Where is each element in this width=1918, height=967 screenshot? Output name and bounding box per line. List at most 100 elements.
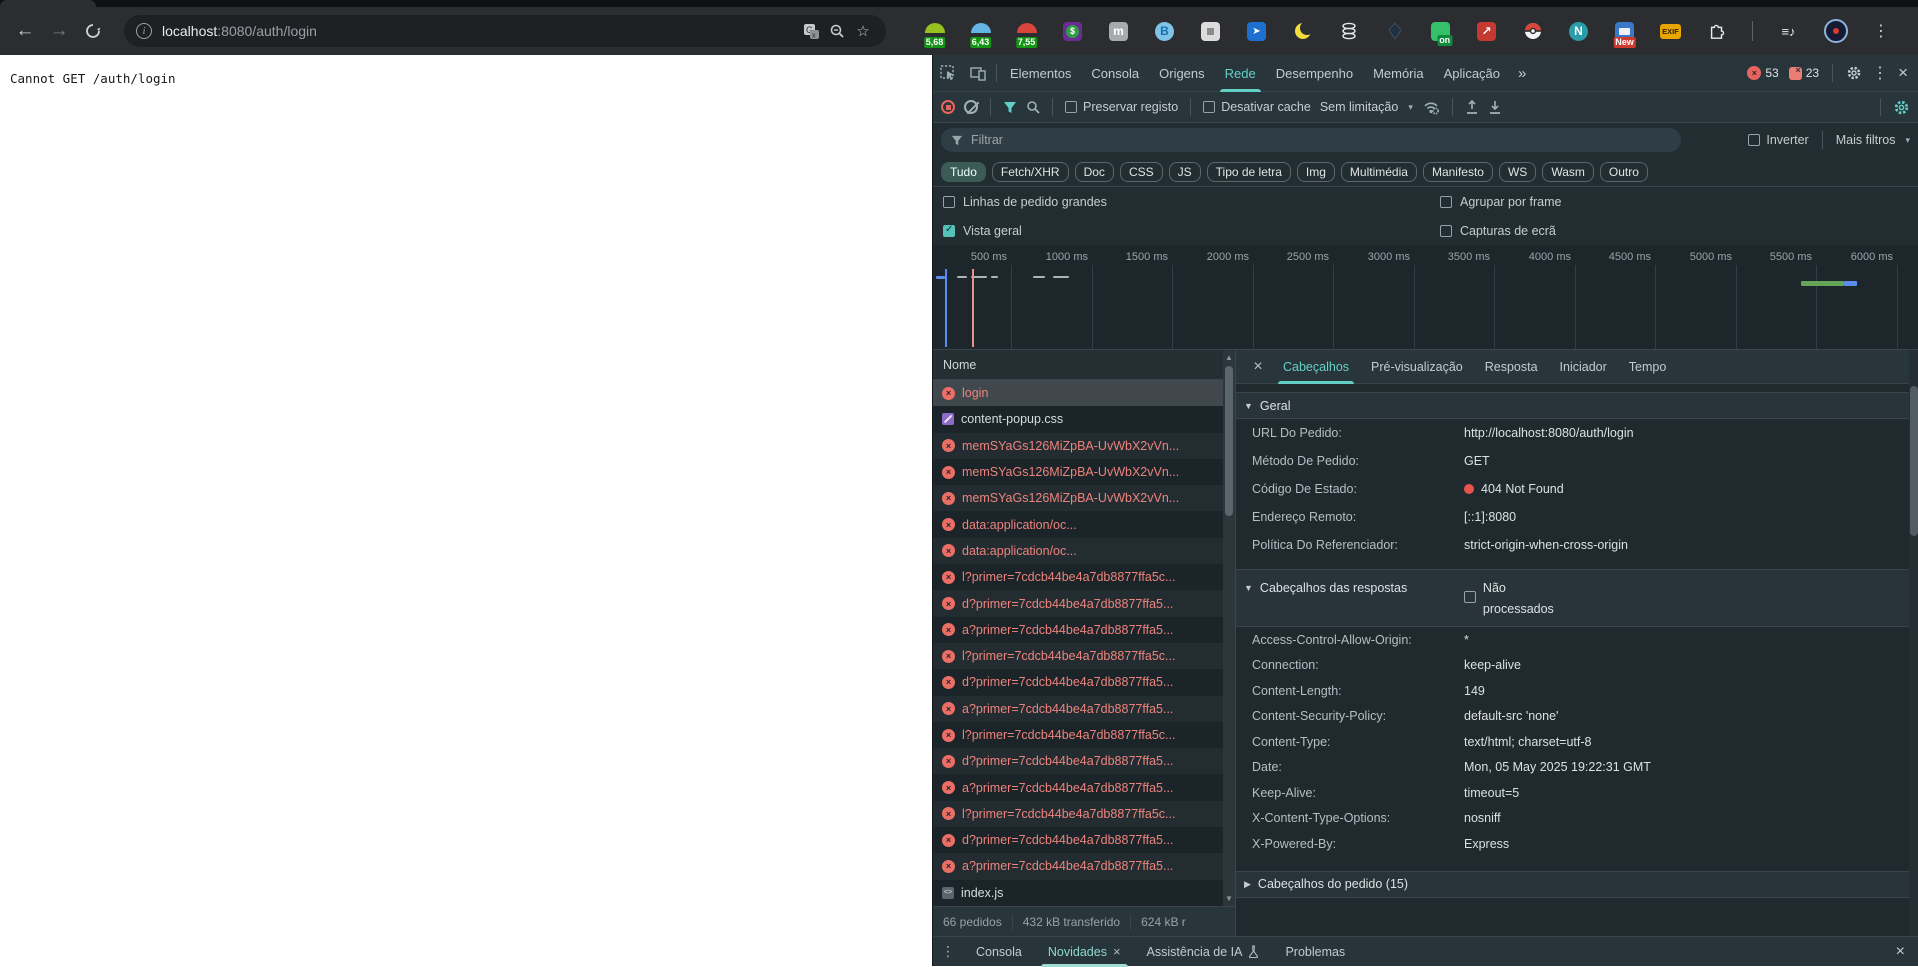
ext-kite-icon[interactable] [1384, 21, 1405, 42]
option-linhas-de-pedido-grandes[interactable]: Linhas de pedido grandes [943, 195, 1440, 209]
option-checkbox-linhas-de-pedido-grandes[interactable] [943, 195, 955, 208]
raw-headers-toggle[interactable]: Não processados [1463, 578, 1567, 620]
request-row[interactable]: <> index.js [933, 879, 1235, 906]
devtools-settings-gear-icon[interactable] [1846, 65, 1862, 81]
request-row[interactable]: × memSYaGs126MiZpBA-UvWbX2vVn... [933, 485, 1235, 512]
playlist-icon[interactable]: ≡♪ [1778, 21, 1799, 42]
filter-chip-wasm[interactable]: Wasm [1542, 161, 1594, 182]
more-tabs-icon[interactable]: » [1510, 65, 1534, 82]
ext-new-icon[interactable]: New [1613, 21, 1636, 48]
filter-chip-fetch-xhr[interactable]: Fetch/XHR [991, 161, 1069, 182]
request-row[interactable]: × a?primer=7cdcb44be4a7db8877ffa5... [933, 774, 1235, 801]
ext-database-icon[interactable] [1338, 21, 1359, 42]
filter-chip-css[interactable]: CSS [1119, 161, 1163, 182]
filter-chip-js[interactable]: JS [1168, 161, 1201, 182]
filter-chip-outro[interactable]: Outro [1599, 161, 1648, 182]
devtools-tab-rede[interactable]: Rede [1215, 55, 1266, 92]
extensions-puzzle-icon[interactable] [1706, 21, 1727, 42]
ext-green-meter-icon[interactable]: 5,68 [923, 21, 946, 48]
devtools-tab-origens[interactable]: Origens [1149, 55, 1215, 92]
request-row[interactable]: × a?primer=7cdcb44be4a7db8877ffa5... [933, 695, 1235, 722]
active-browser-tab[interactable] [0, 0, 96, 7]
filter-funnel-icon[interactable] [1003, 101, 1017, 114]
disable-cache-control[interactable]: Desativar cache [1203, 100, 1311, 114]
request-row[interactable]: × d?primer=7cdcb44be4a7db8877ffa5... [933, 669, 1235, 696]
filter-chip-tipo-de-letra[interactable]: Tipo de letra [1206, 161, 1291, 182]
disable-cache-checkbox[interactable] [1203, 101, 1216, 113]
drawer-tab-problemas[interactable]: Problemas [1272, 937, 1358, 967]
option-vista-geral[interactable]: Vista geral [943, 224, 1440, 238]
filter-chip-manifesto[interactable]: Manifesto [1422, 161, 1493, 182]
scroll-up-icon[interactable]: ▲ [1223, 353, 1235, 362]
throttling-select[interactable]: Sem limitação ▾ [1320, 100, 1413, 114]
close-drawer-icon[interactable]: × [1896, 943, 1918, 961]
general-section-header[interactable]: ▼ Geral [1236, 392, 1909, 419]
filter-chip-tudo[interactable]: Tudo [941, 161, 986, 182]
request-row[interactable]: × login [933, 380, 1235, 407]
request-row[interactable]: × d?primer=7cdcb44be4a7db8877ffa5... [933, 748, 1235, 775]
drawer-tab-assiste-ncia-de-ia[interactable]: Assistência de IA [1134, 937, 1273, 967]
raw-headers-checkbox[interactable] [1463, 591, 1476, 603]
request-list-header[interactable]: Nome [933, 350, 1235, 380]
option-agrupar-por-frame[interactable]: Agrupar por frame [1440, 195, 1918, 209]
response-headers-section-header[interactable]: ▼ Cabeçalhos das respostas Não processad… [1236, 569, 1909, 627]
export-har-icon[interactable] [1488, 100, 1502, 115]
filter-chip-multime-dia[interactable]: Multimédia [1340, 161, 1417, 182]
ext-moon-icon[interactable] [1292, 21, 1313, 42]
details-tab-cabec-alhos[interactable]: Cabeçalhos [1272, 350, 1360, 384]
ext-m-icon[interactable]: m [1108, 21, 1129, 42]
record-icon[interactable] [941, 100, 955, 114]
issues-badge[interactable]: 23 [1788, 65, 1819, 80]
request-row[interactable]: × data:application/oc... [933, 537, 1235, 565]
devtools-tab-memo-ria[interactable]: Memória [1363, 55, 1434, 92]
option-checkbox-vista-geral[interactable] [943, 224, 955, 237]
inspect-icon[interactable] [933, 55, 963, 92]
browser-menu-icon[interactable]: ⋮ [1873, 21, 1889, 41]
bookmark-star-icon[interactable]: ☆ [850, 18, 876, 44]
network-overview-timeline[interactable]: 500 ms 1000 ms 1500 ms 2000 ms 2500 ms 3000 m… [933, 245, 1918, 350]
details-scrollbar[interactable] [1909, 350, 1918, 936]
filter-input[interactable]: Filtrar [941, 128, 1681, 152]
request-row[interactable]: × data:application/oc... [933, 511, 1235, 538]
close-devtools-icon[interactable]: × [1898, 63, 1908, 83]
forward-icon[interactable]: → [42, 14, 76, 48]
network-conditions-icon[interactable] [1422, 100, 1440, 115]
back-icon[interactable]: ← [8, 14, 42, 48]
ext-dollar-icon[interactable]: $ [1062, 21, 1083, 42]
request-row[interactable]: × l?primer=7cdcb44be4a7db8877ffa5c... [933, 721, 1235, 749]
more-filters-button[interactable]: Mais filtros ▾ [1836, 133, 1910, 147]
request-row[interactable]: × memSYaGs126MiZpBA-UvWbX2vVn... [933, 458, 1235, 486]
search-icon[interactable] [1026, 100, 1040, 114]
scrollbar-thumb[interactable] [1225, 366, 1233, 516]
details-scrollbar-thumb[interactable] [1910, 386, 1918, 536]
details-tab-pre-visualizac-a-o[interactable]: Pré-visualização [1360, 350, 1474, 384]
scroll-down-icon[interactable]: ▼ [1223, 894, 1235, 903]
errors-badge[interactable]: × 53 [1747, 66, 1779, 80]
devtools-tab-elementos[interactable]: Elementos [1000, 55, 1081, 92]
option-capturas-de-ecra[interactable]: Capturas de ecrã [1440, 224, 1918, 238]
request-row[interactable]: × l?primer=7cdcb44be4a7db8877ffa5c... [933, 564, 1235, 591]
option-checkbox-agrupar-por-frame[interactable] [1440, 195, 1452, 208]
close-details-icon[interactable]: × [1244, 358, 1272, 376]
invert-checkbox[interactable] [1748, 134, 1761, 146]
devtools-tab-consola[interactable]: Consola [1081, 55, 1149, 92]
ext-pokeball-icon[interactable] [1522, 21, 1543, 42]
import-har-icon[interactable] [1465, 99, 1479, 115]
ext-send-icon[interactable]: ➤ [1246, 21, 1267, 42]
clear-icon[interactable] [964, 100, 978, 114]
filter-chip-ws[interactable]: WS [1498, 161, 1537, 182]
preserve-log-control[interactable]: Preservar registo [1065, 100, 1178, 114]
preserve-log-checkbox[interactable] [1065, 101, 1077, 113]
ext-b-icon[interactable]: B [1154, 21, 1175, 42]
request-row[interactable]: × d?primer=7cdcb44be4a7db8877ffa5... [933, 590, 1235, 617]
invert-control[interactable]: Inverter [1748, 133, 1809, 147]
request-row[interactable]: × memSYaGs126MiZpBA-UvWbX2vVn... [933, 432, 1235, 459]
ext-arrow-icon[interactable]: ↗ [1476, 21, 1497, 42]
address-bar[interactable]: i localhost:8080/auth/login Gx ☆ [124, 15, 886, 47]
close-tab-icon[interactable]: × [1113, 937, 1121, 967]
drawer-menu-icon[interactable]: ⋮ [933, 943, 963, 960]
details-tab-iniciador[interactable]: Iniciador [1549, 350, 1618, 384]
details-tab-tempo[interactable]: Tempo [1618, 350, 1678, 384]
ext-on-icon[interactable]: on [1430, 21, 1453, 46]
reload-icon[interactable] [76, 14, 110, 48]
